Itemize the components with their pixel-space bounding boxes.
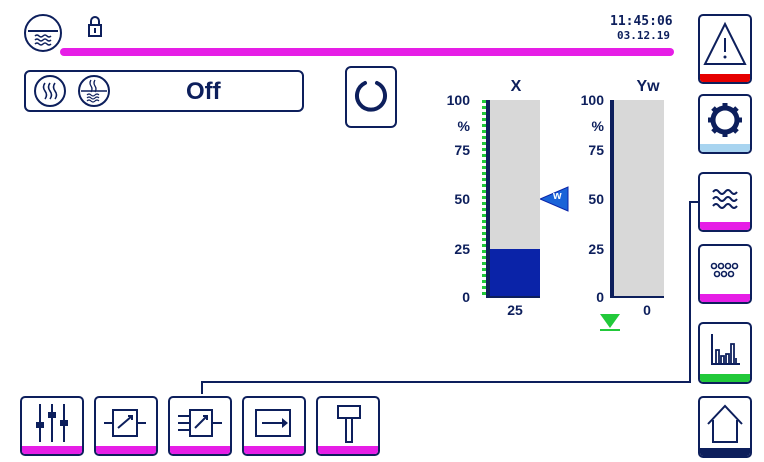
- gauge-x-tick-100: 100: [446, 92, 470, 108]
- system-mode-icon[interactable]: [24, 14, 62, 52]
- mixer-button[interactable]: [20, 396, 84, 456]
- setpoint-label: w: [553, 190, 562, 202]
- home-icon: [707, 404, 743, 443]
- water-button[interactable]: [698, 172, 752, 232]
- output-button[interactable]: [242, 396, 306, 456]
- alarm-stripe: [700, 74, 750, 82]
- alarm-button[interactable]: [698, 14, 752, 84]
- warning-icon: [703, 21, 747, 65]
- gauge-x-tick-unit: %: [457, 118, 470, 134]
- sliders-icon: [36, 404, 68, 442]
- header-progress-bar: [60, 48, 674, 56]
- mode-status-box[interactable]: Off: [24, 70, 304, 112]
- down-arrow-icon: [598, 312, 622, 332]
- valve-icon: [337, 405, 361, 443]
- valve-stripe: [318, 446, 378, 454]
- water-stripe: [700, 222, 750, 230]
- clock-date: 03.12.19: [617, 29, 670, 42]
- lock-icon: [88, 16, 102, 38]
- gauge-yw-tick-75: 75: [588, 142, 604, 158]
- input-block-stripe: [170, 446, 230, 454]
- gauge-yw-tick-50: 50: [588, 191, 604, 207]
- gear-icon: [708, 103, 742, 137]
- gauge-x-axis: [486, 100, 490, 298]
- function-block-button[interactable]: [94, 396, 158, 456]
- gauge-yw-track: [614, 100, 664, 298]
- gauge-yw-bottom: [610, 296, 664, 298]
- waves-icon: [712, 189, 738, 209]
- valve-button[interactable]: [316, 396, 380, 456]
- dots-stripe: [700, 294, 750, 302]
- home-button[interactable]: [698, 396, 752, 458]
- gauge-x-bottom: [486, 296, 540, 298]
- gauge-yw-tick-100: 100: [580, 92, 604, 108]
- setpoint-marker-icon: w: [538, 185, 570, 213]
- block-icon: [104, 409, 146, 437]
- settings-stripe: [700, 144, 750, 152]
- power-button[interactable]: [345, 66, 397, 128]
- function-block-stripe: [96, 446, 156, 454]
- mixer-stripe: [22, 446, 82, 454]
- gauge-yw-title: Yw: [636, 78, 660, 95]
- gauge-x-green-scale: [482, 100, 486, 298]
- output-stripe: [244, 446, 304, 454]
- gauge-x-tick-50: 50: [454, 191, 470, 207]
- arrow-out-icon: [255, 409, 291, 437]
- heat-exchange-icon: [34, 75, 66, 107]
- gauge-x-title: X: [510, 78, 522, 95]
- settings-button[interactable]: [698, 94, 752, 154]
- gauge-x-tick-75: 75: [454, 142, 470, 158]
- gauge-x-fill: [490, 248, 540, 298]
- dots-button[interactable]: [698, 244, 752, 304]
- gauge-x-tick-25: 25: [454, 241, 470, 257]
- gauge-yw-axis: [610, 100, 614, 298]
- clock-time: 11:45:06: [610, 14, 673, 29]
- bar-chart-icon: [711, 334, 740, 365]
- trend-button[interactable]: [698, 322, 752, 384]
- dots-icon: [710, 262, 739, 278]
- gauge-yw-tick-25: 25: [588, 241, 604, 257]
- trend-stripe: [700, 374, 750, 382]
- gauge-yw-tick-unit: %: [591, 118, 604, 134]
- gauge-x-tick-0: 0: [462, 289, 470, 305]
- gauge-yw-tick-0: 0: [596, 289, 604, 305]
- power-icon: [355, 81, 387, 112]
- gauge-x-value: 25: [507, 302, 523, 318]
- gauge-yw-value: 0: [643, 302, 651, 318]
- mode-label: Off: [186, 78, 221, 105]
- input-block-icon: [178, 409, 222, 437]
- home-stripe: [700, 448, 750, 456]
- input-block-button[interactable]: [168, 396, 232, 456]
- water-heat-icon: [78, 75, 110, 107]
